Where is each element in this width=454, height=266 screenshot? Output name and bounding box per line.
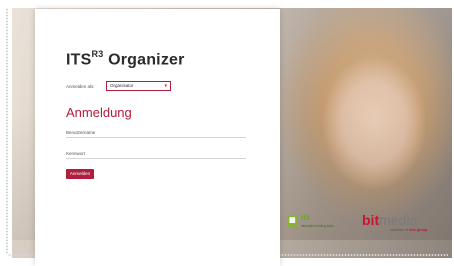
role-select[interactable]: Organisator ▾ (106, 81, 171, 91)
frame-border-left (6, 8, 8, 254)
username-field[interactable] (66, 137, 246, 138)
bitmedia-logo-text: bitmedia (362, 212, 417, 228)
app-title: ITSR3 Organizer (66, 49, 185, 69)
its-logo: ▦ its interactive testing tools (287, 212, 352, 232)
brand-name: ITS (66, 51, 92, 69)
brand-superscript: R3 (91, 49, 104, 59)
password-field[interactable] (66, 158, 246, 159)
login-card: ITSR3 Organizer Anmelden als: Organisato… (35, 9, 280, 266)
password-label: Kennwort (66, 151, 86, 156)
login-as-label: Anmelden als: (66, 84, 95, 89)
login-button[interactable]: Anmelden (66, 169, 94, 179)
page-title: Anmeldung (66, 105, 132, 120)
username-label: Benutzername (66, 130, 96, 135)
bitmedia-tagline-prefix: member of (390, 228, 409, 232)
its-logo-mark: ▦ (287, 215, 298, 227)
chevron-down-icon: ▾ (164, 83, 167, 89)
bitmedia-tagline-group: ees group (409, 228, 428, 232)
bitmedia-logo-tagline: member of ees group (390, 228, 427, 232)
its-logo-text: its (301, 213, 311, 222)
bitmedia-logo-bit: bit (362, 212, 380, 228)
brand-suffix: Organizer (108, 51, 185, 69)
bitmedia-logo: bitmedia member of ees group (362, 212, 452, 234)
its-logo-tagline: interactive testing tools (301, 224, 334, 228)
bitmedia-logo-media: media (379, 212, 418, 228)
role-select-value: Organisator (110, 83, 134, 88)
